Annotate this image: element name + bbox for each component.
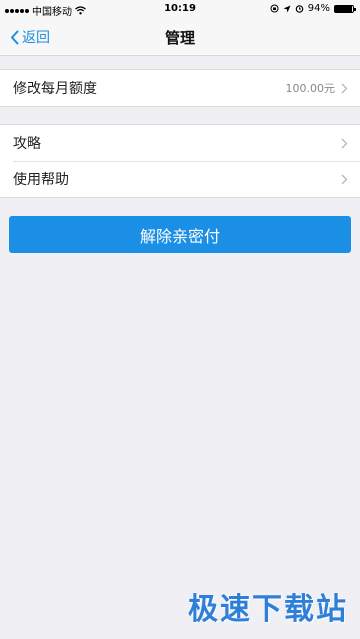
edit-monthly-limit-row[interactable]: 修改每月额度 100.00元	[0, 70, 360, 106]
info-group: 攻略 使用帮助	[0, 124, 360, 198]
nav-bar: 返回 管理	[0, 18, 360, 56]
status-right: 94%	[270, 3, 356, 14]
help-label: 使用帮助	[13, 172, 69, 188]
help-row[interactable]: 使用帮助	[0, 161, 360, 197]
watermark-logo: 极速下载站	[188, 592, 348, 627]
screen: 中国移动 10:19 94% 返回 管理 修改每月额度 100.00元 攻略 使…	[0, 0, 360, 639]
limit-group: 修改每月额度 100.00元	[0, 69, 360, 107]
monthly-limit-value: 100.00元	[285, 82, 336, 95]
chevron-right-icon	[341, 138, 348, 149]
chevron-right-icon	[341, 174, 348, 185]
guide-label: 攻略	[13, 136, 41, 152]
page-title: 管理	[164, 29, 195, 47]
status-bar: 中国移动 10:19 94%	[0, 0, 360, 18]
chevron-right-icon	[341, 83, 348, 94]
battery-percent: 94%	[307, 3, 330, 14]
edit-monthly-limit-label: 修改每月额度	[13, 81, 97, 97]
alarm-icon	[295, 5, 304, 13]
battery-icon	[334, 4, 356, 13]
guide-row[interactable]: 攻略	[0, 125, 360, 161]
location-arrow-icon	[283, 5, 291, 12]
battery-fill	[335, 5, 352, 12]
rotation-lock-icon	[270, 4, 279, 13]
unbind-intimate-pay-button[interactable]: 解除亲密付	[9, 216, 351, 253]
